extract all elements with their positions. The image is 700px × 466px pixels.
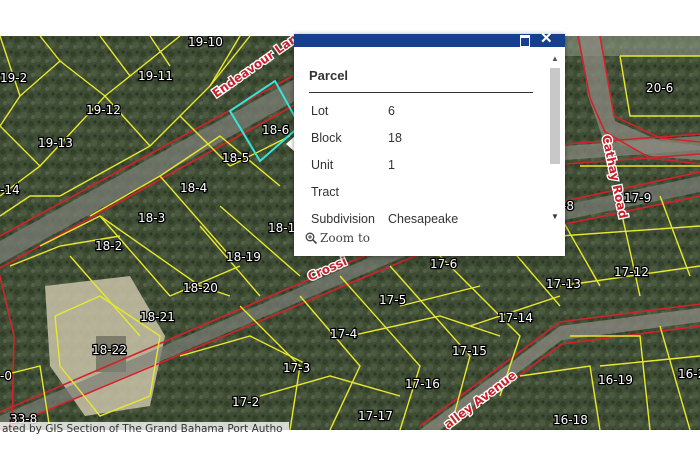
parcel-label: 19-2 [0, 71, 27, 85]
field-label: Lot [311, 104, 329, 118]
parcel-label: 18-22 [92, 343, 127, 357]
parcel-label: 17-6 [430, 257, 457, 271]
field-label: Tract [311, 185, 340, 199]
map-attribution: ated by GIS Section of The Grand Bahama … [0, 422, 289, 436]
scroll-down-icon[interactable]: ▼ [551, 212, 559, 221]
parcel-label: 18-20 [183, 281, 218, 295]
field-label: Subdivision [311, 212, 375, 226]
field-value: 18 [388, 131, 402, 145]
parcel-label: 18-4 [180, 181, 207, 195]
popup-title: Parcel [309, 68, 349, 83]
zoom-label: Zoom to [320, 231, 371, 245]
parcel-label: 18-3 [138, 211, 165, 225]
parcel-label: 20-6 [646, 81, 673, 95]
parcel-label: 19-10 [188, 36, 223, 49]
parcel-label: 19-11 [138, 69, 173, 83]
field-value: 6 [388, 104, 395, 118]
parcel-label: 17-5 [379, 293, 406, 307]
parcel-label: -14 [0, 183, 20, 197]
close-icon[interactable]: ✕ [540, 31, 553, 47]
parcel-label: 18-5 [222, 151, 249, 165]
popup-divider [309, 92, 533, 93]
parcel-label: 17-14 [498, 311, 533, 325]
parcel-label: 18-6 [262, 123, 289, 137]
field-label: Block [311, 131, 342, 145]
parcel-popup: ✕ Parcel Lot 6 Block 18 Unit 1 Tract Subdiv… [294, 31, 565, 256]
parcel-label: 17-4 [330, 327, 357, 341]
parcel-label: 16-19 [598, 373, 633, 387]
popup-header: ✕ [294, 31, 565, 47]
zoom-icon [305, 232, 317, 244]
field-row-tract: Tract [311, 185, 388, 199]
parcel-label: -0 [0, 369, 12, 383]
field-row-block: Block 18 [311, 131, 402, 145]
parcel-label: 17-3 [283, 361, 310, 375]
parcel-label: 19-13 [38, 136, 73, 150]
parcel-label: 17-16 [405, 377, 440, 391]
field-row-subdivision: Subdivision Chesapeake [311, 212, 458, 226]
scroll-up-icon[interactable]: ▲ [551, 54, 559, 63]
maximize-icon[interactable] [520, 35, 530, 47]
parcel-label: 18-21 [140, 310, 175, 324]
field-row-lot: Lot 6 [311, 104, 395, 118]
parcel-label: 18-2 [95, 239, 122, 253]
parcel-label: 17-13 [546, 277, 581, 291]
parcel-label: 19-12 [86, 103, 121, 117]
field-label: Unit [311, 158, 334, 172]
parcel-label: 17-15 [452, 344, 487, 358]
popup-scrollbar[interactable]: ▲ ▼ [549, 54, 561, 224]
scroll-thumb[interactable] [550, 68, 560, 164]
parcel-label: 17-2 [232, 395, 259, 409]
parcel-label: 17-12 [614, 265, 649, 279]
parcel-label: 16-18 [553, 413, 588, 427]
field-row-unit: Unit 1 [311, 158, 395, 172]
parcel-label: 18-19 [226, 250, 261, 264]
parcel-label: 16-2 [678, 367, 700, 381]
parcel-label: 18-1 [268, 221, 295, 235]
field-value: Chesapeake [388, 212, 459, 226]
parcel-label: 17-17 [358, 409, 393, 423]
zoom-to-link[interactable]: Zoom to [305, 231, 370, 245]
field-value: 1 [388, 158, 395, 172]
